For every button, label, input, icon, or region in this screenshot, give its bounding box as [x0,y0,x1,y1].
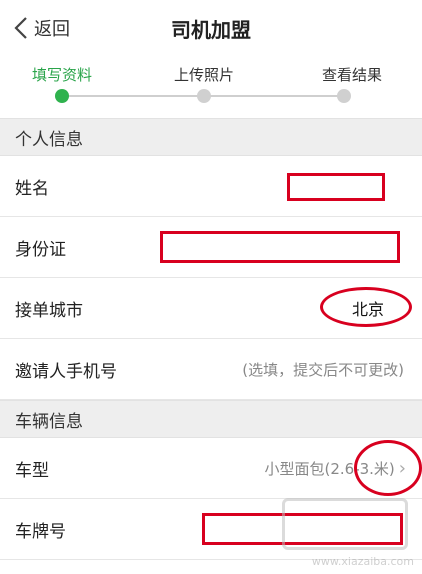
step-label-view-result: 查看结果 [321,66,383,84]
name-field-redaction[interactable] [287,173,385,201]
section-header-personal: 个人信息 [0,118,422,156]
city-label: 接单城市 [15,300,83,321]
watermark-logo [282,498,408,550]
vehicle-type-annotation-oval [354,440,422,496]
vehicle-type-label: 车型 [15,460,49,481]
inviter-phone-input[interactable]: (选填，提交后不可更改) [242,359,404,380]
name-label: 姓名 [15,178,49,199]
inviter-phone-label: 邀请人手机号 [15,361,117,382]
plate-number-label: 车牌号 [15,521,66,542]
step-dot-active [55,89,69,103]
step-dot [197,89,211,103]
step-label-upload-photos: 上传照片 [173,66,235,84]
id-card-label: 身份证 [15,239,66,260]
city-value[interactable]: 北京 [352,296,384,320]
step-label-fill-info: 填写资料 [31,66,93,84]
page-title: 司机加盟 [171,18,251,42]
id-card-row[interactable]: 身份证 [0,217,422,278]
step-indicator: 填写资料 上传照片 查看结果 [0,56,422,118]
section-header-vehicle: 车辆信息 [0,400,422,438]
name-row[interactable]: 姓名 [0,156,422,217]
step-dot [337,89,351,103]
vehicle-type-row[interactable]: 车型 小型面包(2.6-3.米) › [0,438,422,499]
nav-bar: 返回 司机加盟 [0,0,422,56]
city-row[interactable]: 接单城市 北京 [0,278,422,339]
id-card-field-redaction[interactable] [160,231,400,263]
inviter-phone-row[interactable]: 邀请人手机号 (选填，提交后不可更改) [0,339,422,400]
